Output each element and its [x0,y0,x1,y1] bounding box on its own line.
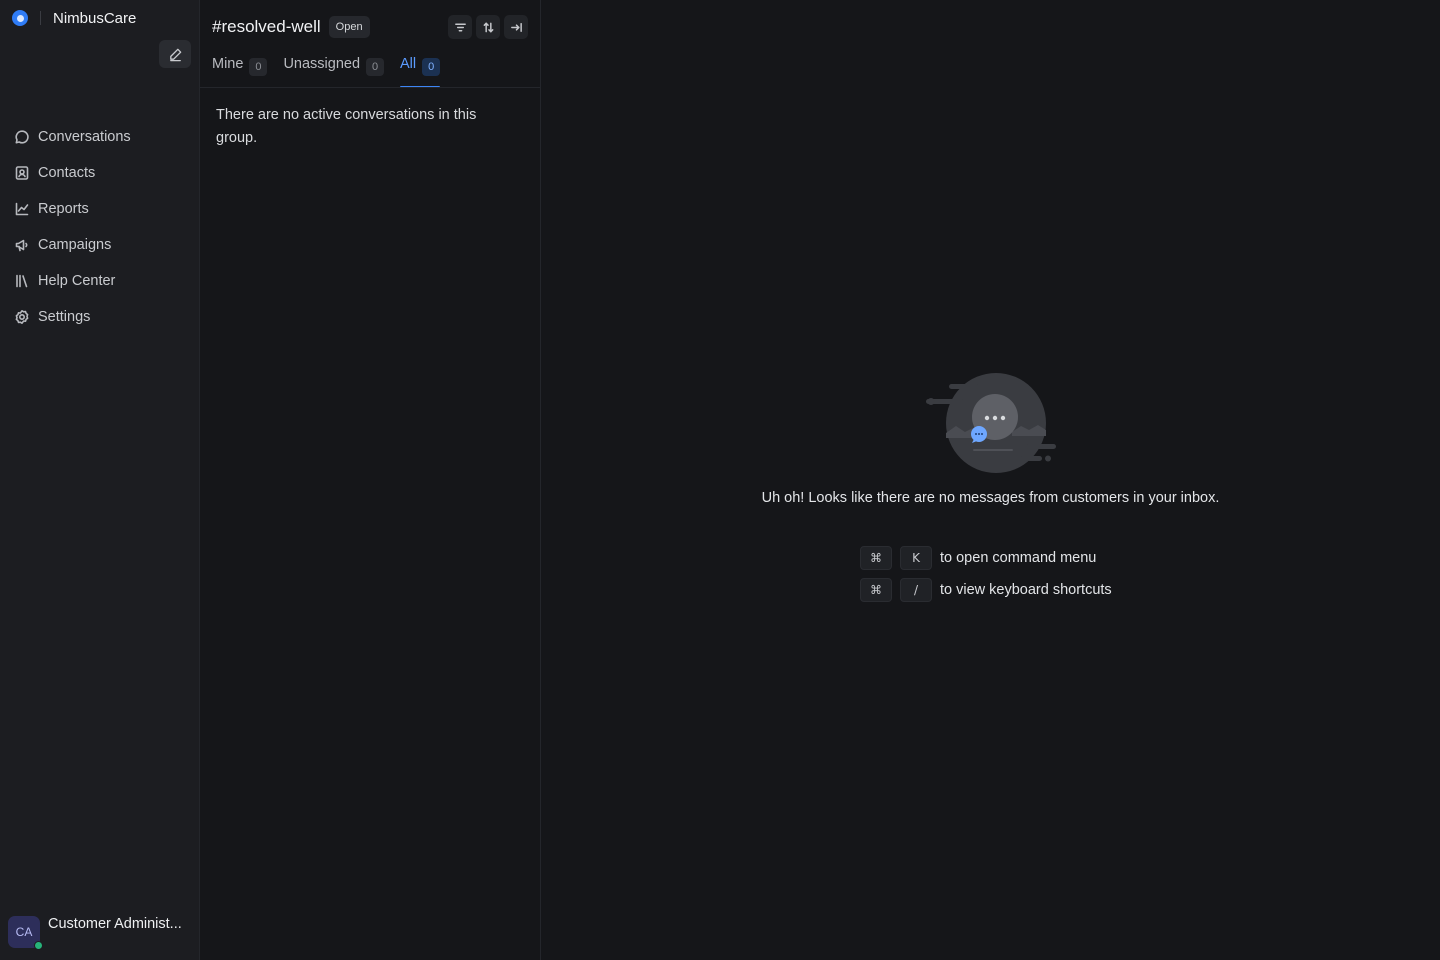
filter-icon [454,23,466,31]
shortcut-description: to open command menu [940,550,1097,566]
brand-logo-icon [12,10,28,26]
brand-name: NimbusCare [53,9,137,27]
megaphone-icon [14,237,30,253]
key-command: ⌘ [860,578,892,602]
key-k: K [900,546,932,570]
tab-label: Unassigned [283,56,361,72]
empty-inbox-message: Uh oh! Looks like there are no messages … [761,490,1220,506]
online-status-dot [34,941,43,950]
user-name: Customer Administ... [48,916,182,932]
key-command: ⌘ [860,546,892,570]
conversation-empty-state: Uh oh! Looks like there are no messages … [541,0,1440,960]
line-chart-icon [14,201,30,217]
compose-button[interactable] [159,40,191,68]
user-menu[interactable]: CA Customer Administ... [8,916,193,950]
conversation-list-panel: #resolved-well Open Mine 0 Unassigned 0 … [200,0,541,960]
list-header: #resolved-well Open [212,14,528,40]
pencil-icon [169,48,181,61]
sidebar-item-conversations[interactable]: Conversations [0,119,200,155]
tab-mine[interactable]: Mine 0 [212,56,268,88]
tab-label: Mine [212,56,244,72]
tab-label: All [400,56,417,72]
sidebar-item-settings[interactable]: Settings [0,299,200,335]
sidebar-item-label: Contacts [38,165,96,181]
keyboard-shortcuts-hint: ⌘ K to open command menu ⌘ / to view key… [860,546,1112,610]
tab-all[interactable]: All 0 [400,56,441,88]
tab-unassigned[interactable]: Unassigned 0 [283,56,385,88]
sidebar-item-campaigns[interactable]: Campaigns [0,227,200,263]
arrow-right-to-line-icon [510,22,522,32]
status-filter-pill[interactable]: Open [328,16,370,38]
brand-separator [40,11,41,25]
filter-button[interactable] [448,15,472,39]
brand[interactable]: NimbusCare [12,8,136,28]
tab-count: 0 [249,58,268,76]
inbox-title: #resolved-well [212,17,321,36]
key-slash: / [900,578,932,602]
shortcut-keyboard-shortcuts: ⌘ / to view keyboard shortcuts [860,578,1112,602]
chat-bubble-icon [14,129,30,145]
sidebar-nav: Conversations Contacts Reports Campaigns… [0,119,200,335]
empty-inbox-illustration [926,373,1056,473]
shortcut-description: to view keyboard shortcuts [940,582,1112,598]
sort-button[interactable] [476,15,500,39]
sidebar-item-help-center[interactable]: Help Center [0,263,200,299]
list-header-actions [448,15,528,39]
sidebar-item-label: Conversations [38,129,131,145]
sidebar-item-label: Reports [38,201,89,217]
sidebar-item-label: Help Center [38,273,116,289]
collapse-panel-button[interactable] [504,15,528,39]
avatar-initials: CA [15,925,33,939]
gear-icon [14,309,30,325]
conversation-tabs: Mine 0 Unassigned 0 All 0 [212,56,456,88]
tabs-divider [200,87,540,88]
tab-count: 0 [366,58,385,76]
sidebar: NimbusCare Conversations Contacts Report… [0,0,200,960]
empty-list-message: There are no active conversations in thi… [216,107,477,146]
contact-card-icon [14,165,30,181]
sidebar-item-label: Settings [38,309,91,325]
tab-count: 0 [422,58,441,76]
sidebar-item-label: Campaigns [38,237,112,253]
sidebar-item-contacts[interactable]: Contacts [0,155,200,191]
shortcut-command-menu: ⌘ K to open command menu [860,546,1112,570]
library-icon [14,273,30,289]
avatar: CA [8,916,43,950]
sort-icon [483,22,493,32]
sidebar-item-reports[interactable]: Reports [0,191,200,227]
